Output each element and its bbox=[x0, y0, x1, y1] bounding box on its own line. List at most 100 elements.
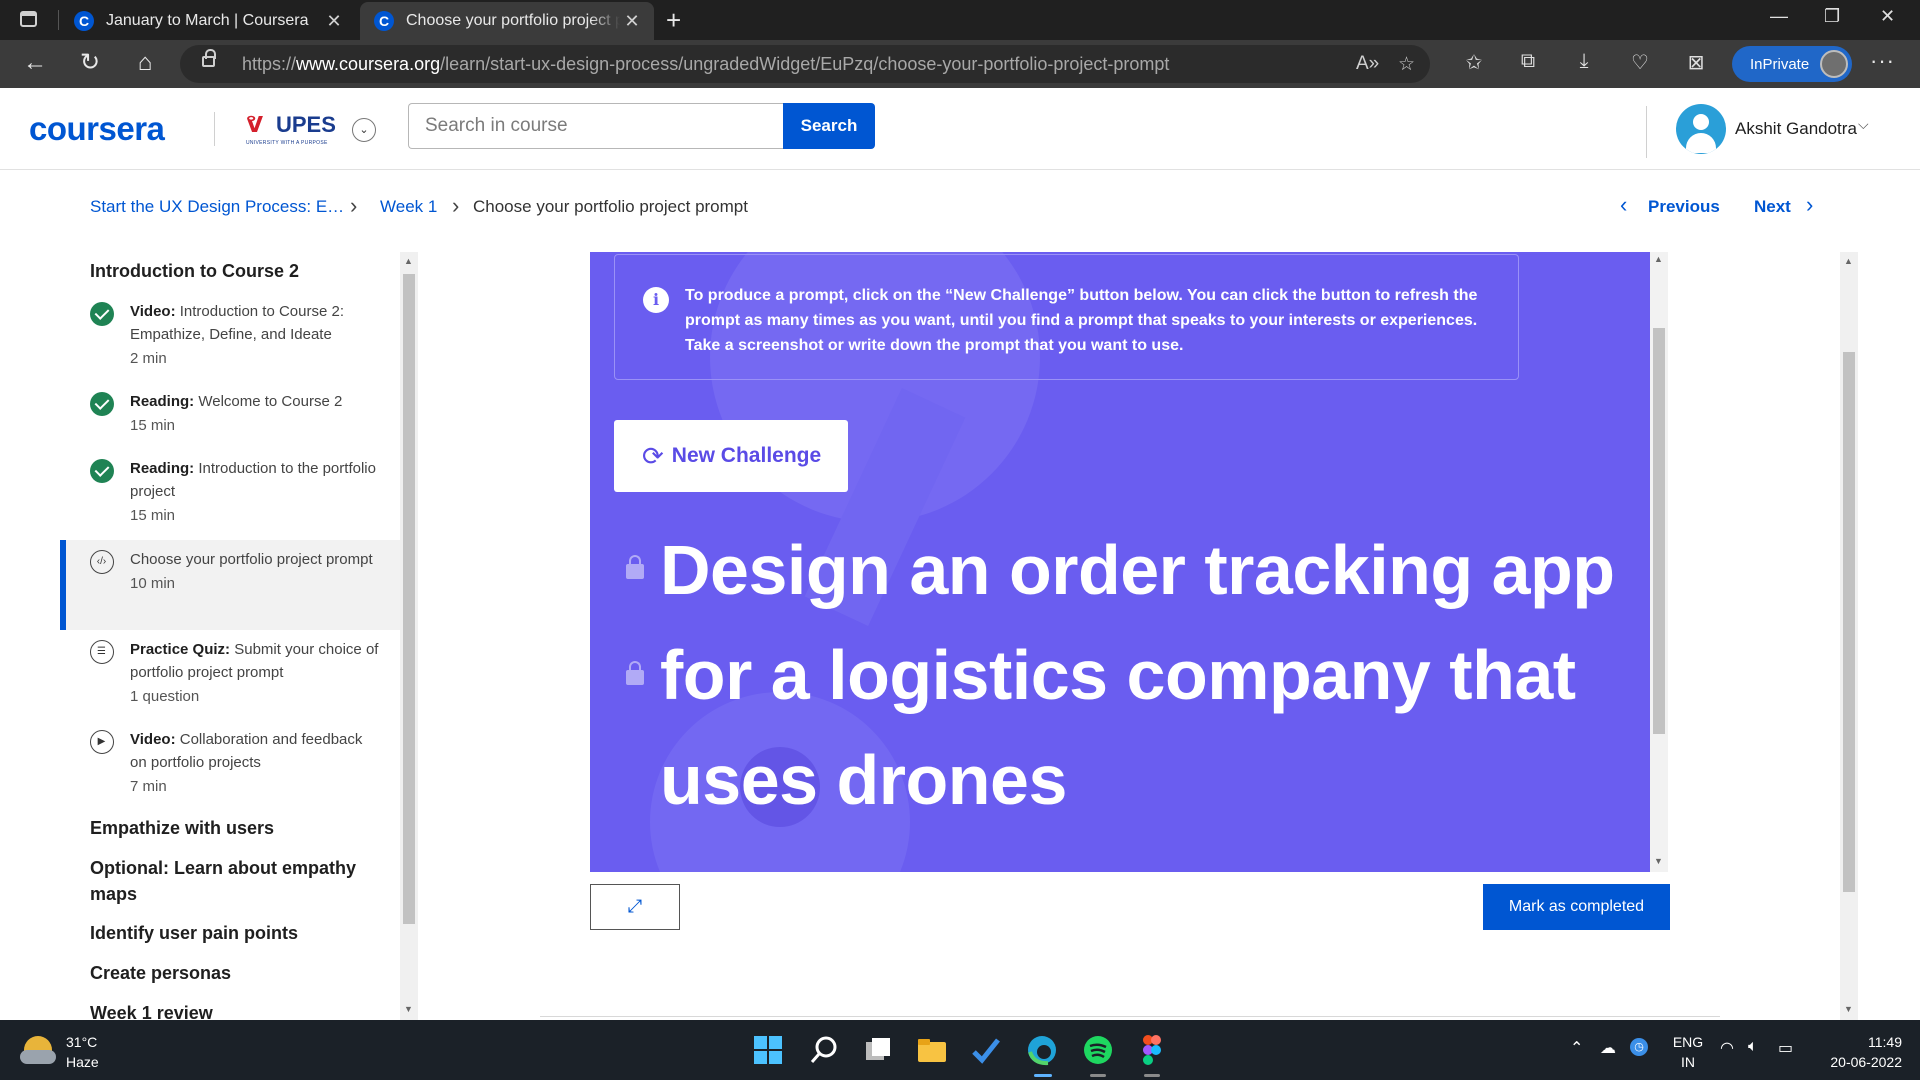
inprivate-label: InPrivate bbox=[1750, 55, 1810, 73]
todo-icon[interactable] bbox=[970, 1034, 1002, 1066]
back-icon[interactable]: ← bbox=[20, 50, 50, 76]
sidebar-scrollbar[interactable]: ▲ ▼ bbox=[400, 252, 418, 1020]
clock[interactable]: 11:49 20-06-2022 bbox=[1812, 1032, 1902, 1072]
logo-divider bbox=[214, 112, 215, 146]
chevron-down-icon[interactable]: ⌵ bbox=[1858, 116, 1869, 133]
restore-icon[interactable]: ❐ bbox=[1824, 6, 1840, 27]
section-pain-points[interactable]: Identify user pain points bbox=[90, 920, 298, 946]
tab-title: January to March | Coursera bbox=[106, 12, 309, 29]
completed-check-icon bbox=[90, 459, 114, 483]
onedrive-cloud-icon[interactable]: ☁ bbox=[1600, 1038, 1616, 1058]
active-app-indicator bbox=[1034, 1074, 1052, 1077]
refresh-icon: ⟳ bbox=[642, 440, 664, 471]
scroll-down-icon[interactable]: ▼ bbox=[404, 1004, 413, 1014]
browser-address-bar: ← ↻ ⌂ https://www.coursera.org/learn/sta… bbox=[0, 40, 1920, 88]
next-button[interactable]: Next bbox=[1754, 197, 1791, 217]
browser-essentials-icon[interactable]: ♡ bbox=[1626, 50, 1654, 75]
scroll-up-icon[interactable]: ▲ bbox=[1844, 256, 1853, 266]
add-favorite-icon[interactable]: ☆ bbox=[1398, 53, 1415, 76]
partner-dropdown-icon[interactable]: ⌄ bbox=[352, 118, 376, 142]
scrollbar-thumb[interactable] bbox=[403, 274, 415, 924]
task-view-icon[interactable] bbox=[862, 1034, 894, 1066]
search-button[interactable]: Search bbox=[783, 103, 875, 149]
scroll-down-icon[interactable]: ▼ bbox=[1654, 856, 1663, 866]
browser-tab-bar: C January to March | Coursera ✕ C Choose… bbox=[0, 0, 1920, 40]
section-week1-review[interactable]: Week 1 review bbox=[90, 1000, 213, 1020]
wifi-icon[interactable]: ◠ bbox=[1720, 1038, 1734, 1058]
breadcrumb-course[interactable]: Start the UX Design Process: E… bbox=[90, 197, 344, 217]
search-icon[interactable] bbox=[808, 1034, 840, 1066]
partner-tagline: UNIVERSITY WITH A PURPOSE bbox=[246, 140, 328, 146]
info-icon: i bbox=[643, 287, 669, 313]
figma-icon[interactable] bbox=[1136, 1034, 1168, 1066]
section-title-introduction[interactable]: Introduction to Course 2 bbox=[90, 258, 299, 284]
close-window-icon[interactable]: ✕ bbox=[1880, 6, 1895, 27]
previous-button[interactable]: Previous bbox=[1648, 197, 1720, 217]
breadcrumb-week[interactable]: Week 1 bbox=[380, 197, 437, 217]
more-options-icon[interactable]: ··· bbox=[1870, 48, 1895, 74]
chevron-right-icon: › bbox=[452, 193, 460, 218]
home-icon[interactable]: ⌂ bbox=[130, 50, 160, 76]
volume-muted-icon[interactable]: 🔈︎ bbox=[1748, 1038, 1758, 1056]
favorites-icon[interactable]: ✩ bbox=[1460, 50, 1488, 75]
lock-icon[interactable] bbox=[626, 555, 644, 579]
battery-icon[interactable]: ▭ bbox=[1778, 1038, 1793, 1058]
math-solver-icon[interactable]: ⊠ bbox=[1682, 50, 1710, 75]
browser-tab-portfolio-prompt[interactable]: C Choose your portfolio project prompt ✕ bbox=[360, 2, 654, 40]
file-explorer-icon[interactable] bbox=[916, 1034, 948, 1066]
running-app-indicator bbox=[1090, 1074, 1106, 1077]
running-app-indicator bbox=[1144, 1074, 1160, 1077]
section-empathy-maps[interactable]: Optional: Learn about empathy maps bbox=[90, 855, 380, 907]
collections-icon[interactable]: ⧉ bbox=[1514, 50, 1542, 73]
spotify-icon[interactable] bbox=[1082, 1034, 1114, 1066]
widget-scrollbar[interactable]: ▲ ▼ bbox=[1650, 252, 1668, 872]
tab-title-fade bbox=[590, 2, 620, 40]
url-text: https://www.coursera.org/learn/start-ux-… bbox=[242, 54, 1170, 74]
expand-icon[interactable]: ⤢ bbox=[590, 884, 680, 930]
lock-icon[interactable] bbox=[626, 661, 644, 685]
clock-app-icon[interactable]: ◷ bbox=[1630, 1038, 1648, 1056]
lock-icon[interactable] bbox=[202, 49, 216, 67]
scrollbar-thumb[interactable] bbox=[1653, 328, 1665, 734]
user-avatar-icon[interactable] bbox=[1676, 104, 1726, 154]
read-aloud-icon[interactable]: A» bbox=[1356, 53, 1379, 75]
section-empathize[interactable]: Empathize with users bbox=[90, 815, 274, 841]
page-scrollbar[interactable]: ▲ ▼ bbox=[1840, 252, 1858, 1020]
mark-as-completed-button[interactable]: Mark as completed bbox=[1483, 884, 1670, 930]
instructions-text: To produce a prompt, click on the “New C… bbox=[685, 287, 1478, 354]
new-challenge-button[interactable]: ⟳ New Challenge bbox=[614, 420, 848, 492]
downloads-icon[interactable]: ⤓ bbox=[1570, 50, 1598, 73]
close-tab-icon[interactable]: ✕ bbox=[620, 11, 644, 32]
quiz-list-icon: ☰ bbox=[90, 640, 114, 664]
search-input[interactable] bbox=[408, 103, 784, 149]
inprivate-button[interactable]: InPrivate bbox=[1732, 46, 1852, 82]
site-header: coursera ᕓ UPES UNIVERSITY WITH A PURPOS… bbox=[0, 88, 1920, 170]
scroll-up-icon[interactable]: ▲ bbox=[1654, 254, 1663, 264]
windows-start-icon[interactable] bbox=[752, 1034, 784, 1066]
url-field[interactable]: https://www.coursera.org/learn/start-ux-… bbox=[180, 45, 1430, 83]
close-tab-icon[interactable]: ✕ bbox=[322, 11, 346, 32]
user-name[interactable]: Akshit Gandotra bbox=[1735, 119, 1857, 139]
chevron-up-icon[interactable]: ⌃ bbox=[1570, 1038, 1583, 1058]
scroll-up-icon[interactable]: ▲ bbox=[404, 256, 413, 266]
weather-widget[interactable]: 31°C Haze bbox=[66, 1032, 99, 1072]
coursera-favicon-icon: C bbox=[74, 11, 94, 31]
tab-actions-icon[interactable] bbox=[20, 11, 37, 27]
weather-haze-icon[interactable] bbox=[20, 1036, 56, 1064]
tab-separator bbox=[58, 10, 59, 30]
coursera-logo[interactable]: coursera bbox=[29, 110, 165, 148]
minimize-icon[interactable]: — bbox=[1770, 6, 1788, 27]
code-widget-icon: ‹/› bbox=[90, 550, 114, 574]
chevron-right-icon[interactable]: › bbox=[1806, 192, 1813, 218]
language-indicator[interactable]: ENG IN bbox=[1668, 1032, 1708, 1072]
refresh-icon[interactable]: ↻ bbox=[75, 50, 105, 76]
chevron-left-icon[interactable]: ‹ bbox=[1620, 192, 1627, 218]
browser-tab-january-to-march[interactable]: C January to March | Coursera ✕ bbox=[60, 2, 356, 40]
chevron-right-icon: › bbox=[350, 193, 358, 218]
portfolio-prompt-widget: i To produce a prompt, click on the “New… bbox=[590, 252, 1650, 872]
section-personas[interactable]: Create personas bbox=[90, 960, 231, 986]
scrollbar-thumb[interactable] bbox=[1843, 352, 1855, 892]
edge-browser-icon[interactable] bbox=[1026, 1034, 1058, 1066]
scroll-down-icon[interactable]: ▼ bbox=[1844, 1004, 1853, 1014]
new-tab-icon[interactable]: + bbox=[666, 6, 681, 34]
